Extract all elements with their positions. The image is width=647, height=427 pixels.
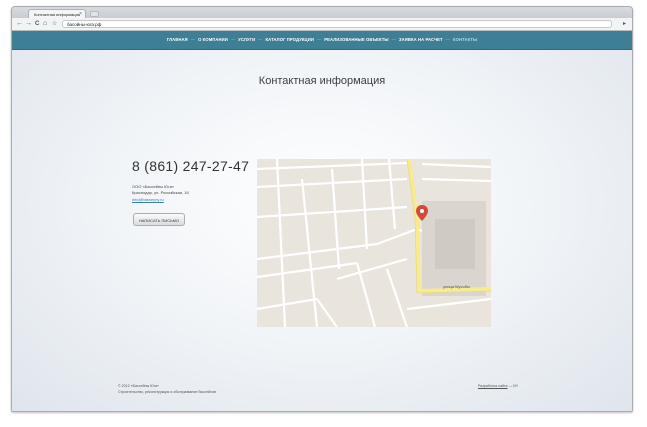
browser-toolbar: ← → C ⌂ ☆ басойны-юга.рф ▸: [12, 18, 632, 31]
nav-separator: —: [445, 37, 450, 42]
browser-tab[interactable]: Контактная информация ×: [28, 9, 86, 18]
tab-title: Контактная информация: [34, 12, 80, 17]
tab-close-icon[interactable]: ×: [79, 10, 82, 18]
company-address: Краснодар, ул. Российская, 16: [132, 190, 189, 195]
nav-item[interactable]: ЗАЯВКА НА РАСЧЕТ: [399, 37, 443, 42]
nav-separator: —: [190, 37, 196, 42]
star-icon[interactable]: ☆: [52, 19, 57, 29]
nav-item[interactable]: О КОМПАНИИ: [198, 37, 228, 42]
nav-item[interactable]: КОНТАКТЫ: [453, 37, 477, 42]
write-letter-button[interactable]: НАПИСАТЬ ПИСЬМО: [133, 213, 185, 226]
reload-icon[interactable]: C: [35, 19, 39, 29]
credit-link[interactable]: Разработка сайта: [478, 384, 508, 388]
nav-item[interactable]: КАТАЛОГ ПРОДУКЦИИ: [266, 37, 314, 42]
browser-window: Контактная информация × ← → C ⌂ ☆ басойн…: [11, 6, 633, 412]
address-bar[interactable]: басойны-юга.рф: [62, 20, 612, 28]
tab-bar: Контактная информация ×: [12, 7, 632, 18]
map[interactable]: улица Мусобы: [257, 159, 491, 327]
nav-item[interactable]: ГЛАВНАЯ: [167, 37, 188, 42]
page-title: Контактная информация: [258, 75, 386, 87]
back-icon[interactable]: ←: [16, 19, 23, 29]
footer-tagline: Строительство, реконструкция и обслужива…: [118, 389, 216, 394]
new-tab-button[interactable]: [90, 11, 99, 17]
nav-separator: —: [230, 37, 236, 42]
nav-separator: —: [391, 37, 396, 42]
footer-copyright: © 2012 «Бассейны Юга» Строительство, рек…: [118, 384, 216, 395]
go-icon[interactable]: ▸: [623, 19, 626, 29]
credit-suffix: — NY: [508, 384, 519, 388]
nav-item[interactable]: УСЛУГИ: [238, 37, 255, 42]
forward-icon[interactable]: →: [25, 19, 32, 29]
home-icon[interactable]: ⌂: [43, 19, 47, 29]
map-street-label: улица Мусобы: [443, 284, 470, 289]
phone-number: 8 (861) 247-27-47: [132, 158, 250, 174]
map-canvas: улица Мусобы: [257, 159, 491, 327]
nav-item[interactable]: РЕАЛИЗОВАННЫЕ ОБЪЕКТЫ: [324, 37, 388, 42]
email-link[interactable]: info@basseyny.ru: [132, 197, 164, 202]
web-page: ГЛАВНАЯ — О КОМПАНИИ — УСЛУГИ — КАТАЛОГ ПРОДУК…: [12, 31, 632, 411]
main-navigation: ГЛАВНАЯ — О КОМПАНИИ — УСЛУГИ — КАТАЛОГ ПРОДУК…: [12, 31, 632, 50]
company-info: ООО «Бассейны Юга» Краснодар, ул. Россий…: [132, 184, 189, 196]
footer-credit: Разработка сайта — NY: [478, 384, 518, 388]
nav-separator: —: [316, 37, 322, 42]
nav-separator: —: [258, 37, 263, 42]
url-text: басойны-юга.рф: [67, 22, 102, 27]
